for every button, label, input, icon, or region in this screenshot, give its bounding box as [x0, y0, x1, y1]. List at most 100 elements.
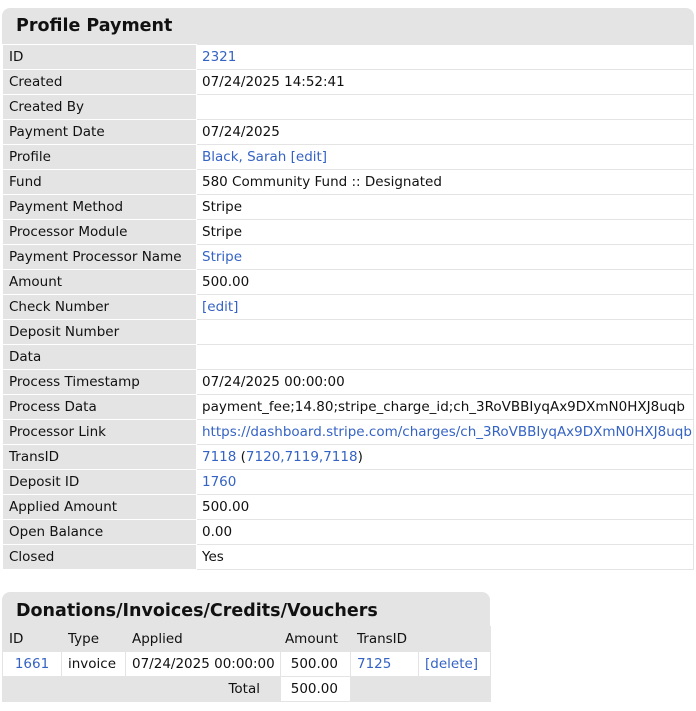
transid-label: TransID [2, 444, 197, 470]
processor-link-label: Processor Link [2, 419, 197, 445]
created-by-label: Created By [2, 94, 197, 120]
id-link[interactable]: 2321 [202, 49, 236, 65]
donations-title: Donations/Invoices/Credits/Vouchers [16, 601, 378, 621]
donation-type: invoice [61, 651, 126, 677]
open-balance-label: Open Balance [2, 519, 197, 545]
profile-payment-table: ID 2321 Created 07/24/2025 14:52:41 Created … [2, 44, 694, 570]
table-row: 1661 invoice 07/24/2025 00:00:00 500.00 … [2, 651, 491, 677]
transid-value-cell: 7118 (7120,7119,7118) [196, 444, 694, 470]
col-header-transid: TransID [350, 626, 419, 652]
deposit-id-value-cell: 1760 [196, 469, 694, 495]
deposit-number-value-cell [196, 319, 694, 345]
profile-value-cell: Black, Sarah [edit] [196, 144, 694, 170]
row-payment-processor-name: Payment Processor Name Stripe [2, 244, 694, 270]
open-balance-value: 0.00 [202, 524, 233, 540]
row-deposit-id: Deposit ID 1760 [2, 469, 694, 495]
created-value: 07/24/2025 14:52:41 [202, 74, 345, 90]
payment-date-value: 07/24/2025 [202, 124, 280, 140]
process-timestamp-label: Process Timestamp [2, 369, 197, 395]
col-header-id: ID [2, 626, 62, 652]
fund-value: 580 Community Fund :: Designated [202, 174, 442, 190]
closed-label: Closed [2, 544, 197, 570]
row-process-timestamp: Process Timestamp 07/24/2025 00:00:00 [2, 369, 694, 395]
applied-amount-label: Applied Amount [2, 494, 197, 520]
profile-link[interactable]: Black, Sarah [edit] [202, 149, 327, 165]
total-label: Total [2, 676, 281, 702]
created-by-value-cell [196, 94, 694, 120]
fund-label: Fund [2, 169, 197, 195]
closed-value: Yes [202, 549, 224, 565]
row-processor-link: Processor Link https://dashboard.stripe.c… [2, 419, 694, 445]
amount-value-cell: 500.00 [196, 269, 694, 295]
col-header-amount: Amount [280, 626, 351, 652]
transid-open-paren: ( [236, 449, 246, 465]
check-number-value-cell: [edit] [196, 294, 694, 320]
created-label: Created [2, 69, 197, 95]
transid-link[interactable]: 7118 [202, 449, 236, 465]
closed-value-cell: Yes [196, 544, 694, 570]
row-open-balance: Open Balance 0.00 [2, 519, 694, 545]
deposit-id-link[interactable]: 1760 [202, 474, 236, 490]
row-applied-amount: Applied Amount 500.00 [2, 494, 694, 520]
row-payment-date: Payment Date 07/24/2025 [2, 119, 694, 145]
process-timestamp-value: 07/24/2025 00:00:00 [202, 374, 345, 390]
process-data-value: payment_fee;14.80;stripe_charge_id;ch_3R… [202, 399, 685, 415]
processor-module-label: Processor Module [2, 219, 197, 245]
row-check-number: Check Number [edit] [2, 294, 694, 320]
row-process-data: Process Data payment_fee;14.80;stripe_cha… [2, 394, 694, 420]
row-amount: Amount 500.00 [2, 269, 694, 295]
donations-panel: Donations/Invoices/Credits/Vouchers ID T… [2, 592, 491, 702]
created-value-cell: 07/24/2025 14:52:41 [196, 69, 694, 95]
donation-applied: 07/24/2025 00:00:00 [125, 651, 281, 677]
payment-method-label: Payment Method [2, 194, 197, 220]
check-number-link[interactable]: [edit] [202, 299, 238, 315]
data-label: Data [2, 344, 197, 370]
donations-table: ID Type Applied Amount TransID 1661 invo… [2, 626, 491, 702]
row-data: Data [2, 344, 694, 370]
data-value-cell [196, 344, 694, 370]
id-value-cell: 2321 [196, 44, 694, 70]
open-balance-value-cell: 0.00 [196, 519, 694, 545]
payment-method-value-cell: Stripe [196, 194, 694, 220]
transid-close-paren: ) [357, 449, 363, 465]
payment-processor-name-link[interactable]: Stripe [202, 249, 242, 265]
col-header-actions [418, 626, 491, 652]
row-deposit-number: Deposit Number [2, 319, 694, 345]
amount-label: Amount [2, 269, 197, 295]
processor-link-link[interactable]: https://dashboard.stripe.com/charges/ch_… [202, 424, 692, 440]
payment-processor-name-value-cell: Stripe [196, 244, 694, 270]
deposit-id-label: Deposit ID [2, 469, 197, 495]
process-data-value-cell: payment_fee;14.80;stripe_charge_id;ch_3R… [196, 394, 694, 420]
process-timestamp-value-cell: 07/24/2025 00:00:00 [196, 369, 694, 395]
total-row: Total 500.00 [2, 676, 491, 702]
delete-link[interactable]: [delete] [425, 656, 478, 672]
processor-module-value-cell: Stripe [196, 219, 694, 245]
applied-amount-value-cell: 500.00 [196, 494, 694, 520]
amount-value: 500.00 [202, 274, 250, 290]
row-created-by: Created By [2, 94, 694, 120]
row-closed: Closed Yes [2, 544, 694, 570]
donation-amount: 500.00 [280, 651, 351, 677]
payment-processor-name-label: Payment Processor Name [2, 244, 197, 270]
applied-amount-value: 500.00 [202, 499, 250, 515]
processor-module-value: Stripe [202, 224, 243, 240]
payment-date-value-cell: 07/24/2025 [196, 119, 694, 145]
row-created: Created 07/24/2025 14:52:41 [2, 69, 694, 95]
row-profile: Profile Black, Sarah [edit] [2, 144, 694, 170]
profile-label: Profile [2, 144, 197, 170]
payment-date-label: Payment Date [2, 119, 197, 145]
donation-id-link[interactable]: 1661 [15, 656, 49, 672]
donation-transid-link[interactable]: 7125 [357, 656, 391, 672]
col-header-applied: Applied [125, 626, 281, 652]
profile-payment-panel: Profile Payment ID 2321 Created 07/24/2025 … [2, 8, 694, 570]
row-transid: TransID 7118 (7120,7119,7118) [2, 444, 694, 470]
process-data-label: Process Data [2, 394, 197, 420]
payment-method-value: Stripe [202, 199, 243, 215]
row-payment-method: Payment Method Stripe [2, 194, 694, 220]
row-fund: Fund 580 Community Fund :: Designated [2, 169, 694, 195]
row-id: ID 2321 [2, 44, 694, 70]
check-number-label: Check Number [2, 294, 197, 320]
related-transids-link[interactable]: 7120,7119,7118 [246, 449, 358, 465]
total-value: 500.00 [280, 676, 351, 702]
id-label: ID [2, 44, 197, 70]
